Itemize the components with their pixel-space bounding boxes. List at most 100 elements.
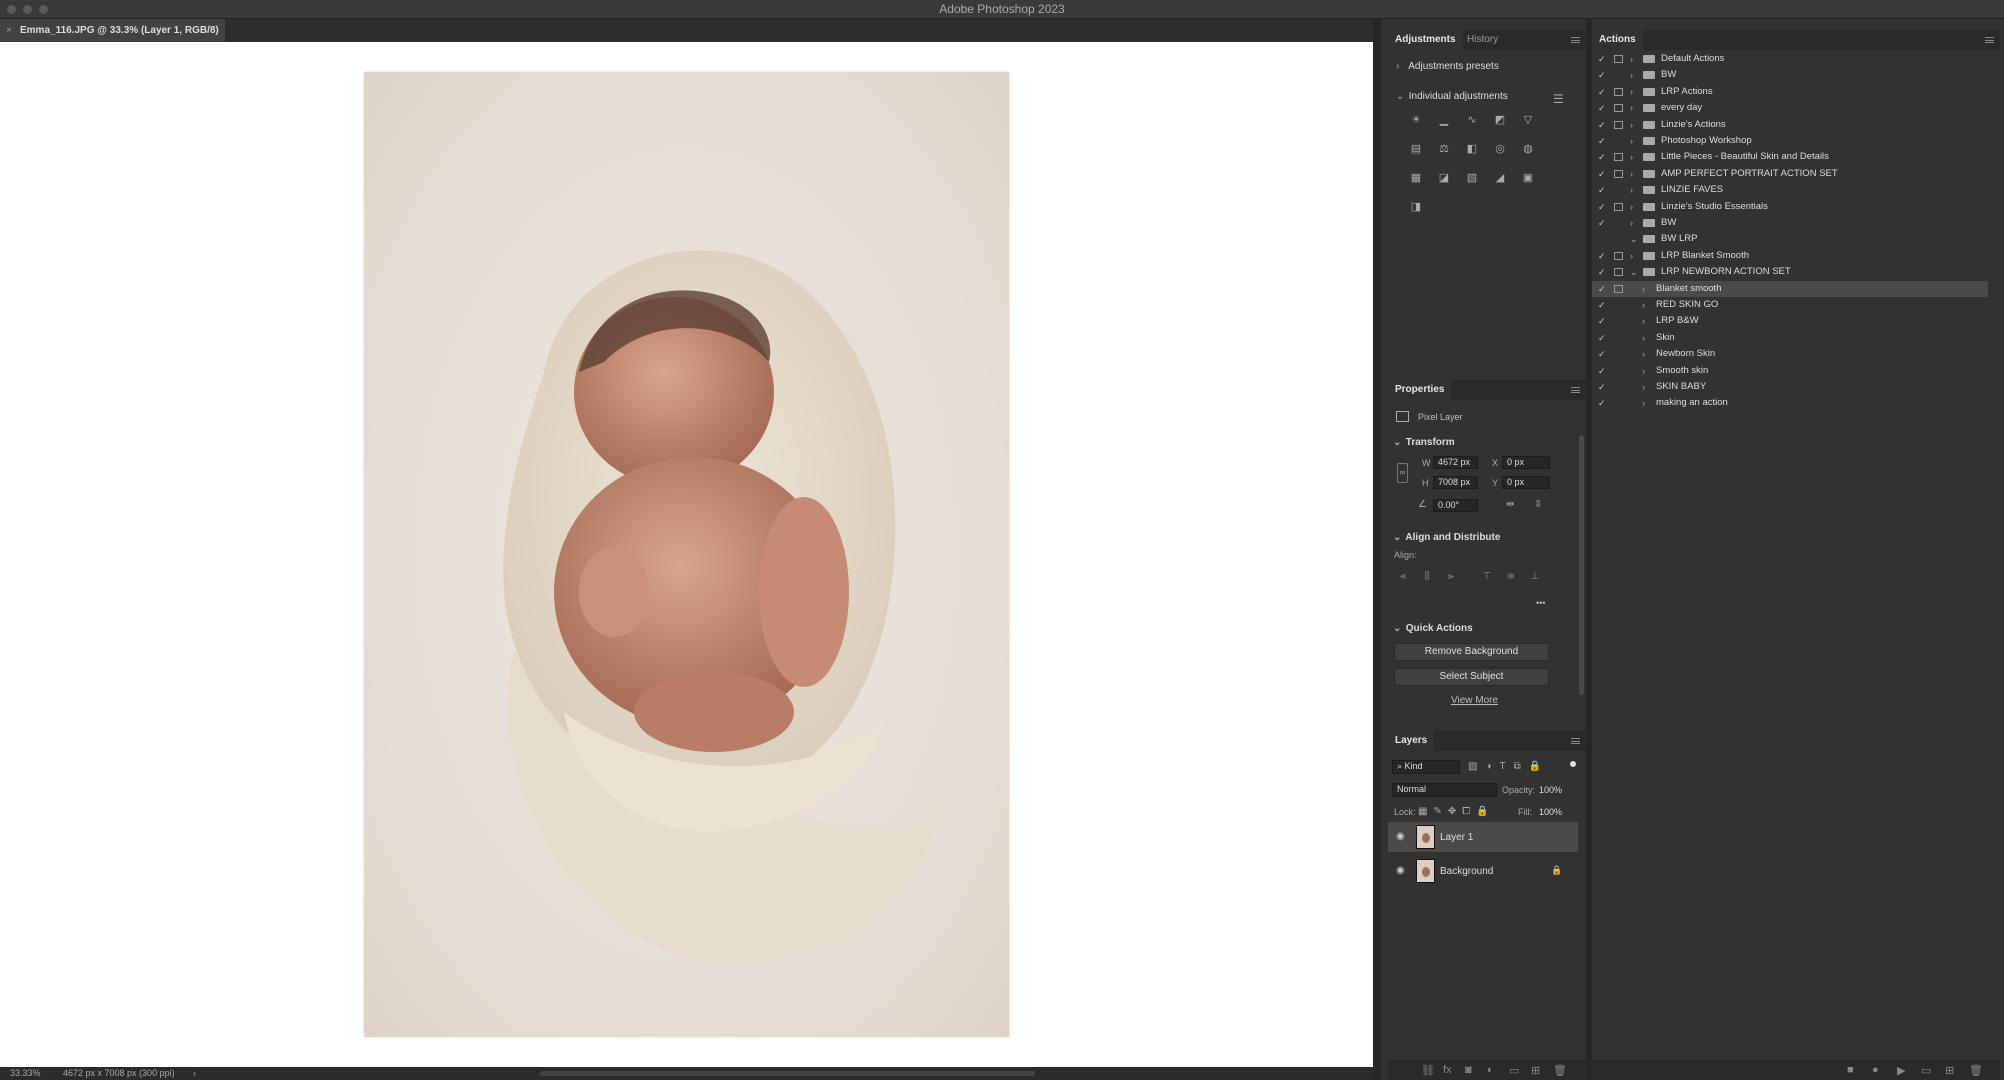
toggle-check-icon[interactable]: ✓ xyxy=(1598,313,1606,329)
action-set[interactable]: ✓ › Little Pieces - Beautiful Skin and Det… xyxy=(1592,149,1988,165)
color-balance-icon[interactable]: ⚖ xyxy=(1437,143,1451,155)
panel-menu-icon[interactable] xyxy=(1571,738,1580,744)
action-set[interactable]: ✓ › LRP Blanket Smooth xyxy=(1592,248,1988,264)
chevron-right-icon[interactable]: › xyxy=(1642,363,1645,379)
hue-saturation-icon[interactable]: ▤ xyxy=(1409,143,1423,155)
panel-menu-icon[interactable] xyxy=(1985,37,1994,43)
invert-icon[interactable]: ◪ xyxy=(1437,172,1451,184)
close-tab-icon[interactable]: × xyxy=(6,19,12,42)
tab-properties[interactable]: Properties xyxy=(1388,380,1452,400)
list-view-icon[interactable]: ☰ xyxy=(1553,92,1564,106)
dialog-toggle-icon[interactable] xyxy=(1614,55,1623,63)
posterize-icon[interactable]: ▧ xyxy=(1465,172,1479,184)
align-right-icon[interactable]: ⫸ xyxy=(1446,572,1456,582)
fill-field[interactable]: 100% xyxy=(1539,807,1562,817)
layer-row[interactable]: ◉ Background 🔒 xyxy=(1388,856,1578,886)
individual-adjustments-row[interactable]: ⌄ Individual adjustments xyxy=(1396,91,1508,102)
exposure-icon[interactable]: ◩ xyxy=(1493,114,1507,126)
view-more-link[interactable]: View More xyxy=(1451,695,1498,706)
chevron-right-icon[interactable]: › xyxy=(1630,182,1633,198)
dialog-toggle-icon[interactable] xyxy=(1614,87,1623,96)
more-options-icon[interactable]: ••• xyxy=(1536,598,1545,608)
tab-adjustments[interactable]: Adjustments xyxy=(1388,30,1463,50)
new-layer-icon[interactable]: ⊞ xyxy=(1531,1064,1540,1077)
color-lookup-icon[interactable]: ▦ xyxy=(1409,172,1423,184)
dialog-toggle-icon[interactable] xyxy=(1614,153,1623,162)
toggle-check-icon[interactable]: ✓ xyxy=(1598,346,1606,362)
chevron-right-icon[interactable]: › xyxy=(1630,199,1633,215)
toggle-check-icon[interactable]: ✓ xyxy=(1598,199,1606,215)
chevron-down-icon[interactable]: ⌄ xyxy=(1630,264,1638,280)
action-set[interactable]: ✓ › every day xyxy=(1592,100,1988,116)
add-mask-icon[interactable]: ◙ xyxy=(1465,1064,1472,1076)
align-top-icon[interactable]: ⊤ xyxy=(1482,572,1492,582)
toggle-check-icon[interactable]: ✓ xyxy=(1598,100,1606,116)
new-adjustment-icon[interactable]: ◐ xyxy=(1487,1064,1494,1076)
toggle-check-icon[interactable]: ✓ xyxy=(1598,166,1606,182)
transform-section[interactable]: ⌄ Transform xyxy=(1393,437,1455,448)
document-tab[interactable]: × Emma_116.JPG @ 33.3% (Layer 1, RGB/8) … xyxy=(0,19,225,59)
new-group-icon[interactable]: ▭ xyxy=(1509,1064,1519,1077)
action-set[interactable]: ✓ › BW xyxy=(1592,67,1988,83)
chevron-right-icon[interactable]: › xyxy=(1642,330,1645,346)
dialog-toggle-icon[interactable] xyxy=(1614,120,1623,129)
action-set[interactable]: ⌄ BW LRP xyxy=(1592,231,1988,247)
chevron-right-icon[interactable]: › xyxy=(1630,117,1633,133)
delete-action-icon[interactable]: 🗑 xyxy=(1969,1064,1983,1077)
action-item[interactable]: ✓ › RED SKIN GO xyxy=(1592,297,1988,313)
toggle-check-icon[interactable]: ✓ xyxy=(1598,51,1606,67)
action-set[interactable]: ✓ › AMP PERFECT PORTRAIT ACTION SET xyxy=(1592,166,1988,182)
vibrance-icon[interactable]: ▽ xyxy=(1521,114,1535,126)
chevron-right-icon[interactable]: › xyxy=(1630,149,1633,165)
new-action-icon[interactable]: ⊞ xyxy=(1945,1064,1954,1077)
remove-background-button[interactable]: Remove Background xyxy=(1394,643,1549,661)
brightness-icon[interactable]: ☀ xyxy=(1409,114,1423,126)
layer-row[interactable]: ◉ Layer 1 xyxy=(1388,822,1578,852)
close-window-icon[interactable] xyxy=(7,5,16,14)
toggle-check-icon[interactable]: ✓ xyxy=(1598,264,1606,280)
link-layers-icon[interactable]: ⛓ xyxy=(1421,1064,1435,1077)
toggle-check-icon[interactable]: ✓ xyxy=(1598,117,1606,133)
toggle-check-icon[interactable]: ✓ xyxy=(1598,215,1606,231)
chevron-right-icon[interactable]: › xyxy=(1630,84,1633,100)
y-field[interactable]: 0 px xyxy=(1502,476,1550,489)
select-subject-button[interactable]: Select Subject xyxy=(1394,668,1549,686)
gradient-map-icon[interactable]: ◨ xyxy=(1409,201,1423,213)
action-set[interactable]: ✓ › LRP Actions xyxy=(1592,84,1988,100)
dialog-toggle-icon[interactable] xyxy=(1614,169,1623,178)
flip-vertical-icon[interactable]: ⇳ xyxy=(1534,499,1542,510)
toggle-check-icon[interactable]: ✓ xyxy=(1598,149,1606,165)
action-set[interactable]: ✓ ⌄ LRP NEWBORN ACTION SET xyxy=(1592,264,1988,280)
newborn-photo[interactable] xyxy=(364,72,1009,1037)
dialog-toggle-icon[interactable] xyxy=(1614,104,1623,113)
link-dimensions-icon[interactable]: ∞ xyxy=(1397,463,1408,483)
toggle-check-icon[interactable]: ✓ xyxy=(1598,363,1606,379)
action-item[interactable]: ✓ › LRP B&W xyxy=(1592,313,1988,329)
toggle-check-icon[interactable]: ✓ xyxy=(1598,395,1606,411)
dialog-toggle-icon[interactable] xyxy=(1614,202,1623,211)
zoom-window-icon[interactable] xyxy=(39,5,48,14)
action-item[interactable]: ✓ › Blanket smooth xyxy=(1592,280,1988,297)
dialog-toggle-icon[interactable] xyxy=(1614,284,1623,293)
action-set[interactable]: ✓ › Linzie's Studio Essentials xyxy=(1592,199,1988,215)
quick-actions-section[interactable]: ⌄ Quick Actions xyxy=(1393,623,1473,634)
play-icon[interactable]: ▶ xyxy=(1897,1064,1905,1077)
tab-history[interactable]: History xyxy=(1460,30,1505,50)
delete-layer-icon[interactable]: 🗑 xyxy=(1553,1064,1567,1077)
align-distribute-section[interactable]: ⌄ Align and Distribute xyxy=(1393,532,1500,543)
fx-icon[interactable]: fx xyxy=(1443,1064,1452,1076)
action-item[interactable]: ✓ › Smooth skin xyxy=(1592,363,1988,379)
action-set[interactable]: ✓ › BW xyxy=(1592,215,1988,231)
chevron-right-icon[interactable]: › xyxy=(1630,215,1633,231)
toggle-check-icon[interactable]: ✓ xyxy=(1598,297,1606,313)
action-set[interactable]: ✓ › LINZIE FAVES xyxy=(1592,182,1988,198)
chevron-right-icon[interactable]: › xyxy=(1630,248,1633,264)
visibility-eye-icon[interactable]: ◉ xyxy=(1396,831,1405,842)
chevron-right-icon[interactable]: › xyxy=(1642,281,1645,297)
toggle-check-icon[interactable]: ✓ xyxy=(1598,67,1606,83)
action-item[interactable]: ✓ › Skin xyxy=(1592,330,1988,346)
chevron-right-icon[interactable]: › xyxy=(1630,67,1633,83)
tab-layers[interactable]: Layers xyxy=(1388,731,1435,751)
curves-icon[interactable]: ∿ xyxy=(1465,114,1479,126)
photo-filter-icon[interactable]: ◎ xyxy=(1493,143,1507,155)
